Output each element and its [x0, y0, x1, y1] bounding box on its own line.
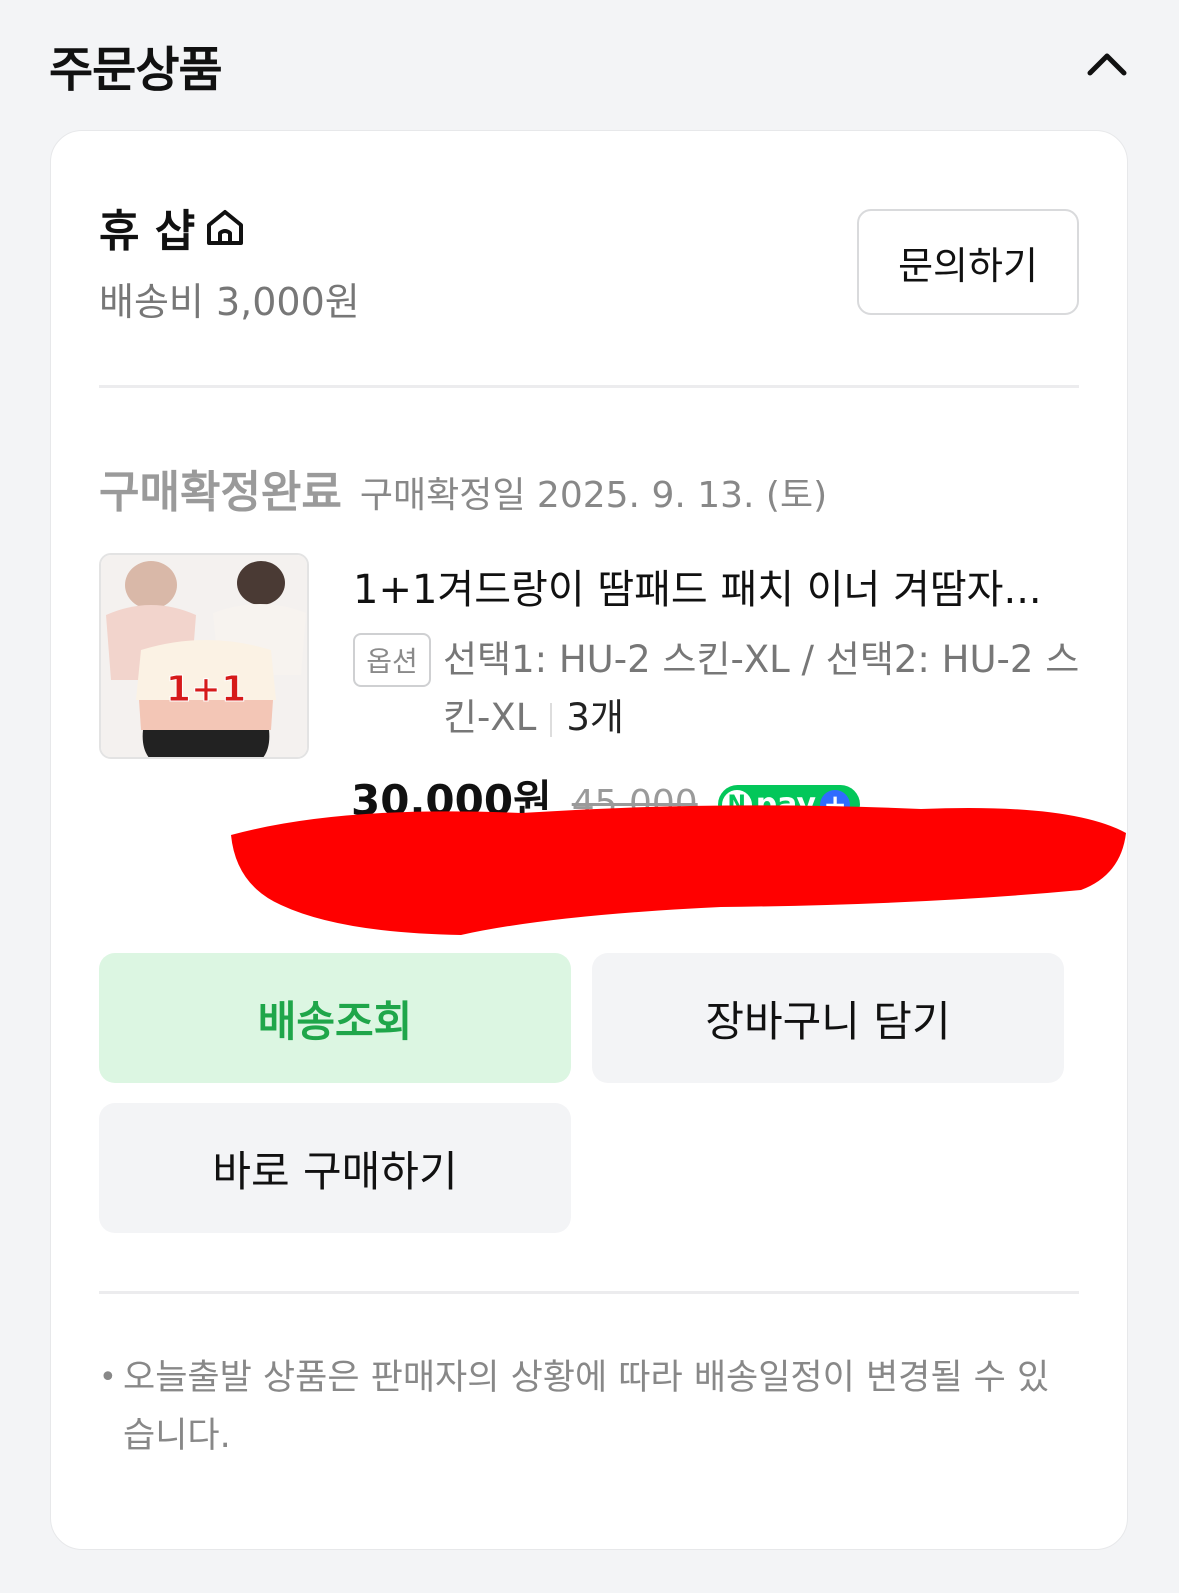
order-status-row: 구매확정완료 구매확정일 2025. 9. 13. (토) — [99, 456, 827, 520]
order-status: 구매확정완료 — [99, 467, 342, 518]
product-image: 1+1 — [101, 555, 307, 757]
product-name[interactable]: 1+1겨드랑이 땀패드 패치 이너 겨땀자... — [353, 557, 1073, 615]
add-to-cart-button[interactable]: 장바구니 담기 — [592, 953, 1064, 1083]
shipping-notice: • 오늘출발 상품은 판매자의 상황에 따라 배송일정이 변경될 수 있습니다. — [99, 1349, 1059, 1465]
collapse-button[interactable] — [1082, 40, 1132, 90]
order-products-header: 주문상품 — [0, 0, 1179, 130]
chevron-up-icon — [1087, 53, 1127, 76]
track-delivery-button[interactable]: 배송조회 — [99, 953, 571, 1083]
product-thumbnail[interactable]: 1+1 — [99, 553, 309, 759]
quantity: 3개 — [566, 696, 624, 739]
option-badge: 옵션 — [353, 633, 431, 687]
option-details: 선택1: HU-2 스킨-XL / 선택2: HU-2 스킨-XL 3개 — [443, 631, 1083, 747]
bullet: • — [99, 1360, 117, 1395]
divider — [99, 1291, 1079, 1294]
divider — [99, 385, 1079, 388]
store-name-link[interactable]: 휴 샵 — [99, 195, 247, 259]
notice-text: 오늘출발 상품은 판매자의 상황에 따라 배송일정이 변경될 수 있습니다. — [123, 1358, 1050, 1456]
option-text: 선택1: HU-2 스킨-XL / 선택2: HU-2 스킨-XL — [443, 638, 1080, 739]
buy-now-button[interactable]: 바로 구매하기 — [99, 1103, 571, 1233]
store-name: 휴 샵 — [99, 206, 196, 257]
order-card: 휴 샵 배송비 3,000원 문의하기 구매확정완료 구매확정일 2025. 9… — [50, 130, 1128, 1550]
confirm-date: 구매확정일 2025. 9. 13. (토) — [359, 475, 828, 516]
home-icon — [207, 210, 244, 245]
section-title: 주문상품 — [49, 42, 223, 98]
shipping-fee: 배송비 3,000원 — [99, 280, 360, 324]
redaction-scribble — [231, 805, 1126, 935]
inquiry-button[interactable]: 문의하기 — [857, 209, 1079, 315]
thumbnail-promo-label: 1+1 — [166, 669, 246, 710]
quantity-separator — [550, 702, 553, 737]
